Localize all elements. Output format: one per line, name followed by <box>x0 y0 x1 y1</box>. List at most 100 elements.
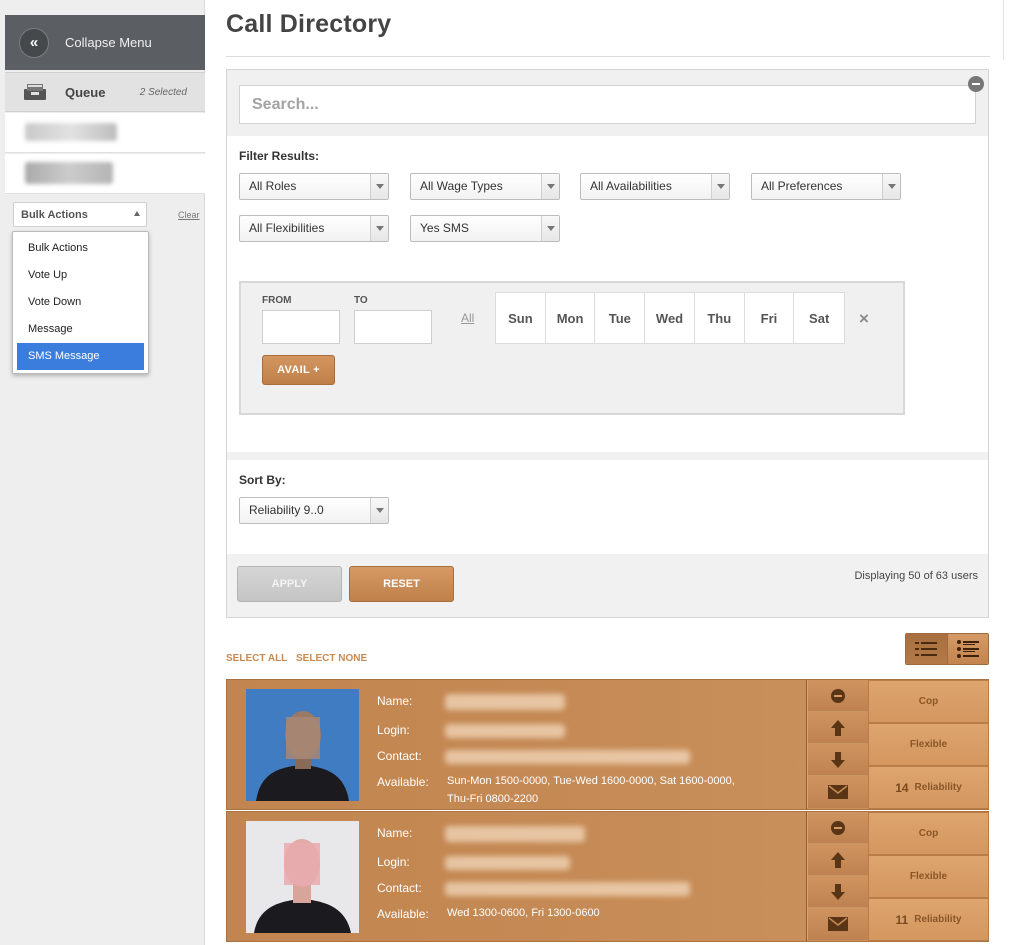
reliability-label: Reliability <box>914 914 962 925</box>
user-card[interactable]: Name: Login: Contact: Available: Sun-Mon… <box>226 679 989 810</box>
remove-button[interactable] <box>807 680 868 712</box>
role-tag-label: Cop <box>918 828 939 839</box>
clear-link[interactable]: Clear <box>178 210 200 220</box>
chevron-down-icon <box>711 174 729 199</box>
reliability-tag: 14 Reliability <box>868 766 989 809</box>
redacted-name <box>25 123 117 141</box>
collapse-menu-button[interactable]: « Collapse Menu <box>5 15 205 70</box>
day-sun[interactable]: Sun <box>496 293 546 343</box>
role-tag-label: Cop <box>918 696 939 707</box>
from-label: FROM <box>262 295 292 306</box>
contact-label: Contact: <box>377 749 422 763</box>
user-actions <box>806 812 868 941</box>
vote-up-button[interactable] <box>807 712 868 744</box>
day-selector: Sun Mon Tue Wed Thu Fri Sat <box>495 292 845 344</box>
list-icon <box>915 642 938 656</box>
reset-button[interactable]: RESET <box>349 566 454 602</box>
collapse-panel-icon[interactable] <box>968 76 984 92</box>
vote-down-button[interactable] <box>807 744 868 776</box>
availabilities-dropdown[interactable]: All Availabilities <box>580 173 730 200</box>
compact-list-view-button[interactable] <box>906 634 947 664</box>
flexibility-tag: Flexible <box>868 855 989 898</box>
chevron-down-icon <box>882 174 900 199</box>
close-icon[interactable]: × <box>859 309 869 329</box>
reliability-tag: 11 Reliability <box>868 898 989 941</box>
user-photo <box>246 689 359 801</box>
roles-dropdown[interactable]: All Roles <box>239 173 389 200</box>
reliability-score: 14 <box>895 780 909 795</box>
chevron-down-icon <box>370 498 388 523</box>
arrow-down-icon <box>831 883 845 900</box>
add-availability-button[interactable]: AVAIL + <box>262 355 335 385</box>
available-label: Available: <box>377 907 429 921</box>
queue-header[interactable]: Queue 2 Selected <box>5 72 205 112</box>
remove-button[interactable] <box>807 812 868 844</box>
available-line-2: Thu-Fri 0800-2200 <box>447 793 539 805</box>
day-wed[interactable]: Wed <box>645 293 695 343</box>
envelope-icon <box>828 785 848 799</box>
chevron-down-icon <box>541 216 559 241</box>
sidebar: « Collapse Menu Queue 2 Selected Bulk Ac… <box>0 0 205 945</box>
minus-circle-icon <box>831 820 845 835</box>
availabilities-dropdown-value: All Availabilities <box>590 179 672 193</box>
contact-label: Contact: <box>377 881 422 895</box>
search-input[interactable] <box>239 85 976 124</box>
to-time-input[interactable] <box>354 310 432 344</box>
day-fri[interactable]: Fri <box>745 293 795 343</box>
queue-item[interactable] <box>5 113 205 153</box>
chevron-down-icon <box>541 174 559 199</box>
filter-area: Filter Results: All Roles All Wage Types… <box>227 136 988 452</box>
wage-types-dropdown[interactable]: All Wage Types <box>410 173 560 200</box>
flexibilities-dropdown[interactable]: All Flexibilities <box>239 215 389 242</box>
availability-builder: FROM TO All Sun Mon Tue Wed Thu Fri Sat … <box>239 281 905 415</box>
queue-item[interactable] <box>5 154 205 194</box>
sms-dropdown[interactable]: Yes SMS <box>410 215 560 242</box>
role-tag: Cop <box>868 812 989 855</box>
from-time-input[interactable] <box>262 310 340 344</box>
content-border <box>1003 0 1004 60</box>
flexibilities-dropdown-value: All Flexibilities <box>249 221 325 235</box>
redacted-name <box>445 826 585 842</box>
menu-item-bulk-actions[interactable]: Bulk Actions <box>17 235 144 262</box>
arrow-down-icon <box>831 751 845 768</box>
to-label: TO <box>354 295 368 306</box>
arrow-up-icon <box>831 851 845 868</box>
filter-panel: Filter Results: All Roles All Wage Types… <box>226 69 989 618</box>
menu-item-message[interactable]: Message <box>17 316 144 343</box>
day-tue[interactable]: Tue <box>595 293 646 343</box>
user-tags: Cop Flexible 11 Reliability <box>868 812 989 941</box>
redacted-login <box>445 724 565 738</box>
message-button[interactable] <box>807 908 868 940</box>
queue-selected-count: 2 Selected <box>139 86 187 98</box>
menu-item-vote-down[interactable]: Vote Down <box>17 289 144 316</box>
inbox-tray-icon <box>23 83 47 101</box>
reliability-score: 11 <box>895 912 909 927</box>
detail-list-view-button[interactable] <box>946 634 988 664</box>
user-actions <box>806 680 868 809</box>
sort-dropdown[interactable]: Reliability 9..0 <box>239 497 389 524</box>
user-card[interactable]: Name: Login: Contact: Available: Wed 130… <box>226 811 989 942</box>
login-label: Login: <box>377 855 410 869</box>
role-tag: Cop <box>868 680 989 723</box>
vote-up-button[interactable] <box>807 844 868 876</box>
select-all-link[interactable]: SELECT ALL <box>226 653 287 664</box>
select-none-link[interactable]: SELECT NONE <box>296 653 367 664</box>
available-label: Available: <box>377 775 429 789</box>
menu-item-vote-up[interactable]: Vote Up <box>17 262 144 289</box>
apply-button[interactable]: APPLY <box>237 566 342 602</box>
day-thu[interactable]: Thu <box>695 293 745 343</box>
bulk-actions-select[interactable]: Bulk Actions <box>13 202 147 227</box>
vote-down-button[interactable] <box>807 876 868 908</box>
redacted-contact <box>445 750 690 764</box>
day-mon[interactable]: Mon <box>546 293 596 343</box>
day-sat[interactable]: Sat <box>794 293 844 343</box>
displaying-count: Displaying 50 of 63 users <box>854 570 978 582</box>
message-button[interactable] <box>807 776 868 808</box>
redacted-login <box>445 856 570 870</box>
login-label: Login: <box>377 723 410 737</box>
all-days-link[interactable]: All <box>461 311 474 325</box>
page-title: Call Directory <box>226 10 392 38</box>
view-toggle <box>905 633 989 665</box>
preferences-dropdown[interactable]: All Preferences <box>751 173 901 200</box>
menu-item-sms-message[interactable]: SMS Message <box>17 343 144 370</box>
